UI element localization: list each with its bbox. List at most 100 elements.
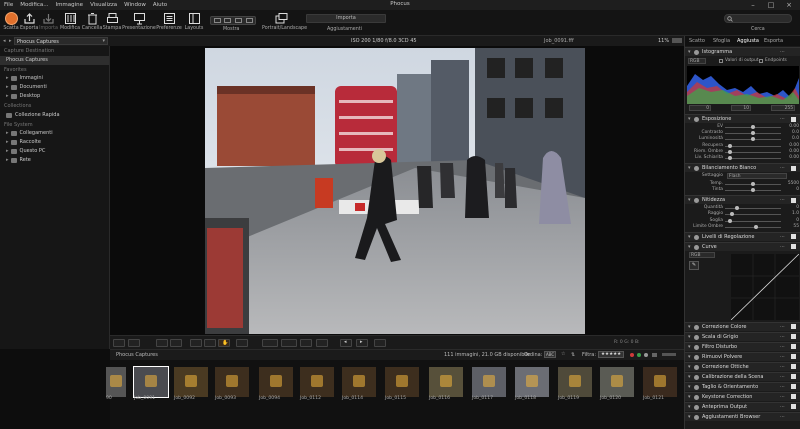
esposizione-panel[interactable]: ▾ Esposizione ⋯ bbox=[685, 114, 800, 123]
tool-panel-taglio-orientamento[interactable]: ▾ Taglio & Orientamento ⋯ bbox=[685, 381, 800, 391]
expand-arrow-icon[interactable]: ▸ bbox=[6, 138, 9, 147]
slider-knob[interactable] bbox=[727, 218, 732, 223]
single-view-button[interactable] bbox=[128, 339, 140, 347]
nitidezza-panel[interactable]: ▾ Nitidezza ⋯ bbox=[685, 195, 800, 205]
cancella-button[interactable]: Cancella bbox=[81, 12, 103, 36]
thumbnail[interactable] bbox=[133, 366, 169, 398]
zoom-tool-button[interactable] bbox=[204, 339, 216, 347]
enable-checkbox[interactable] bbox=[791, 116, 796, 122]
importa-field[interactable]: Importa bbox=[306, 14, 386, 23]
expand-arrow-icon[interactable]: ▾ bbox=[688, 413, 691, 421]
importa-button[interactable]: Importa bbox=[39, 12, 58, 36]
search-field[interactable] bbox=[724, 14, 792, 23]
crop-tool-button[interactable] bbox=[156, 339, 168, 347]
enable-checkbox[interactable] bbox=[791, 404, 796, 410]
sidebar-item-desktop[interactable]: ▸ Desktop bbox=[0, 92, 109, 101]
expand-arrow-icon[interactable]: ▾ bbox=[688, 48, 691, 56]
enable-checkbox[interactable] bbox=[791, 244, 796, 250]
panel-options-icon[interactable]: ⋯ bbox=[780, 115, 785, 123]
panel-options-icon[interactable]: ⋯ bbox=[780, 353, 785, 361]
esporta-button[interactable]: Esporta bbox=[20, 12, 38, 36]
panel-toggle-icon[interactable] bbox=[694, 344, 699, 350]
back-arrow-icon[interactable]: ◂ bbox=[3, 38, 6, 44]
panel-options-icon[interactable]: ⋯ bbox=[780, 243, 785, 251]
panel-options-icon[interactable]: ⋯ bbox=[780, 333, 785, 341]
menu-immagine[interactable]: Immagine bbox=[55, 2, 83, 8]
slider-track[interactable] bbox=[725, 145, 781, 147]
panel-options-icon[interactable]: ⋯ bbox=[780, 196, 785, 204]
modifica-button[interactable]: Modifica bbox=[59, 12, 81, 36]
curve-graph[interactable] bbox=[731, 253, 799, 320]
sidebar-item-phocus-captures[interactable]: Phocus Captures bbox=[0, 55, 109, 65]
maximize-icon[interactable]: □ bbox=[762, 0, 780, 10]
panel-toggle-icon[interactable] bbox=[694, 354, 699, 360]
expand-arrow-icon[interactable]: ▾ bbox=[688, 243, 691, 251]
picker-tool-button[interactable] bbox=[190, 339, 202, 347]
slider-knob[interactable] bbox=[730, 212, 735, 217]
tool-panel-filtro-disturbo[interactable]: ▾ Filtro Disturbo ⋯ bbox=[685, 341, 800, 351]
enable-checkbox[interactable] bbox=[791, 354, 796, 360]
tool-panel-correzione-ottiche[interactable]: ▾ Correzione Ottiche ⋯ bbox=[685, 361, 800, 371]
panel-toggle-icon[interactable] bbox=[694, 117, 699, 122]
minimize-icon[interactable]: – bbox=[744, 0, 762, 10]
thumbnail-size-slider[interactable] bbox=[662, 353, 676, 356]
panel-toggle-icon[interactable] bbox=[694, 324, 699, 330]
slider-knob[interactable] bbox=[753, 224, 758, 229]
hand-tool-button[interactable]: ✋ bbox=[218, 339, 230, 347]
portrait-landscape-button[interactable]: Portrait/Landscape bbox=[262, 12, 307, 36]
mostra-option-3[interactable] bbox=[235, 18, 242, 23]
slider-tinta[interactable]: Tinta 0 bbox=[685, 187, 800, 193]
slider-quantit-[interactable]: Quantità 0 bbox=[685, 205, 800, 211]
thumbnail[interactable] bbox=[385, 367, 419, 397]
fullscreen-button[interactable] bbox=[374, 339, 386, 347]
thumbnail[interactable] bbox=[342, 367, 376, 397]
enable-checkbox[interactable] bbox=[791, 344, 796, 350]
enable-checkbox[interactable] bbox=[791, 334, 796, 340]
rating-filter[interactable]: ★★★★★ bbox=[598, 351, 625, 358]
red-label-filter[interactable] bbox=[630, 353, 634, 357]
endpoints-checkbox[interactable] bbox=[759, 59, 763, 63]
tool-panel-keystone-correction[interactable]: ▾ Keystone Correction ⋯ bbox=[685, 391, 800, 401]
panel-toggle-icon[interactable] bbox=[694, 394, 699, 400]
panel-options-icon[interactable]: ⋯ bbox=[780, 363, 785, 371]
sidebar-item-collezione-rapida[interactable]: Collezione Rapida bbox=[0, 111, 109, 120]
expand-arrow-icon[interactable]: ▾ bbox=[688, 333, 691, 341]
enable-checkbox[interactable] bbox=[791, 364, 796, 370]
layouts-button[interactable]: Layouts bbox=[183, 12, 205, 36]
split-view-button[interactable] bbox=[113, 339, 125, 347]
menu-visualizza[interactable]: Visualizza bbox=[90, 2, 117, 8]
filter-toggle-icon[interactable] bbox=[652, 353, 657, 357]
expand-arrow-icon[interactable]: ▸ bbox=[6, 147, 9, 156]
expand-arrow-icon[interactable]: ▾ bbox=[688, 353, 691, 361]
panel-options-icon[interactable]: ⋯ bbox=[780, 383, 785, 391]
preset-dropdown[interactable]: Flash bbox=[727, 173, 787, 180]
panel-toggle-icon[interactable] bbox=[694, 166, 699, 172]
sidebar-item-rete[interactable]: ▸ Rete bbox=[0, 156, 109, 165]
scatta-button[interactable]: Scatta bbox=[2, 12, 20, 36]
tab-sfoglia[interactable]: Sfoglia bbox=[713, 38, 730, 44]
sidebar-item-immagini[interactable]: ▸ Immagini bbox=[0, 74, 109, 83]
slider-knob[interactable] bbox=[735, 206, 740, 211]
slider-track[interactable] bbox=[725, 151, 781, 153]
slider-track[interactable] bbox=[725, 208, 781, 210]
expand-arrow-icon[interactable]: ▸ bbox=[6, 74, 9, 83]
enable-checkbox[interactable] bbox=[791, 197, 796, 203]
enable-checkbox[interactable] bbox=[791, 384, 796, 390]
tab-esporta[interactable]: Esporta bbox=[764, 38, 783, 44]
tool-panel-rimuovi-polvere[interactable]: ▾ Rimuovi Polvere ⋯ bbox=[685, 351, 800, 361]
expand-arrow-icon[interactable]: ▾ bbox=[688, 196, 691, 204]
panel-options-icon[interactable]: ⋯ bbox=[780, 343, 785, 351]
prev-image-button[interactable]: ◂ bbox=[340, 339, 352, 347]
thumbnail[interactable] bbox=[515, 367, 549, 397]
expand-arrow-icon[interactable]: ▸ bbox=[6, 83, 9, 92]
white-point-field[interactable]: 255 bbox=[771, 105, 795, 111]
preferenze-button[interactable]: Preferenze bbox=[156, 12, 182, 36]
enable-checkbox[interactable] bbox=[791, 394, 796, 400]
panel-toggle-icon[interactable] bbox=[694, 384, 699, 390]
panel-options-icon[interactable]: ⋯ bbox=[780, 48, 785, 56]
grid-view-button[interactable] bbox=[300, 339, 312, 347]
sidebar-item-questo-pc[interactable]: ▸ Questo PC bbox=[0, 147, 109, 156]
forward-arrow-icon[interactable]: ▸ bbox=[9, 38, 12, 44]
istogramma-panel[interactable]: ▾ Istogramma ⋯ bbox=[685, 47, 800, 56]
panel-toggle-icon[interactable] bbox=[694, 364, 699, 370]
